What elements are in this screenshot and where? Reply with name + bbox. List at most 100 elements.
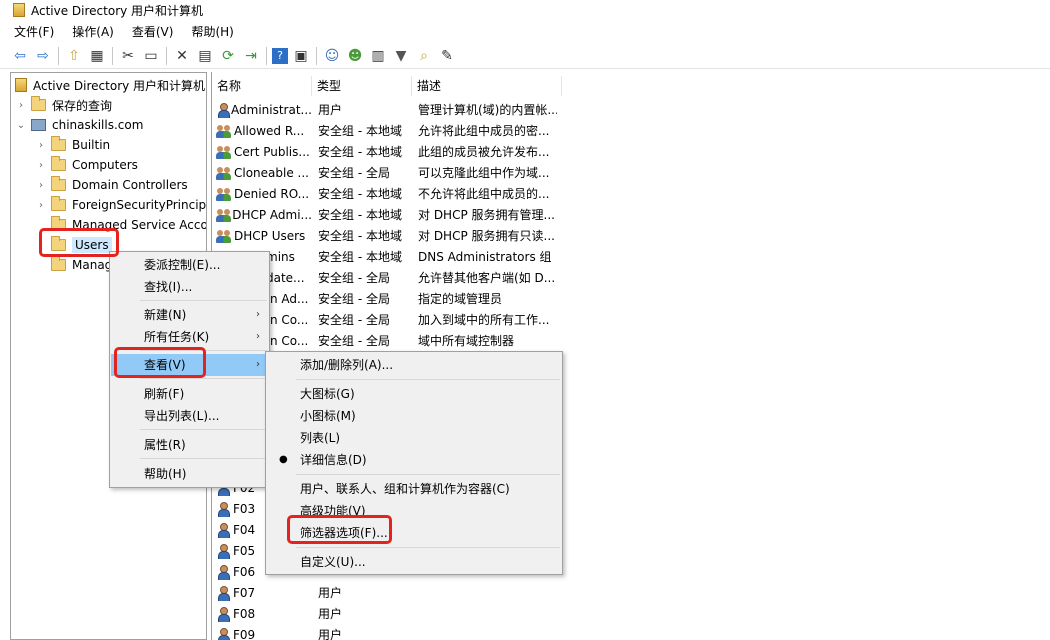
tree-item-foreign-security-principals[interactable]: › ForeignSecurityPrincipa: [35, 195, 206, 215]
menu-separator: [296, 474, 560, 475]
new-group-icon[interactable]: ☻: [345, 46, 365, 66]
menu-item-details[interactable]: ● 详细信息(D): [267, 449, 561, 471]
copy-icon[interactable]: ▭: [141, 46, 161, 66]
menu-separator: [140, 458, 267, 459]
menu-item-customize[interactable]: 自定义(U)...: [267, 551, 561, 573]
tree-item-label: 保存的查询: [52, 98, 113, 113]
menu-item-label: 详细信息(D): [300, 453, 367, 467]
row-type: 用户: [318, 628, 343, 640]
tree-root-label: Active Directory 用户和计算机: [33, 78, 206, 93]
tree-item-computers[interactable]: › Computers: [35, 155, 138, 175]
column-header-type[interactable]: 类型: [312, 76, 412, 96]
menu-item-view[interactable]: 查看(V) ›: [111, 354, 268, 376]
table-row[interactable]: Denied RO... 安全组 - 本地域 不允许将此组中成员的...: [212, 183, 557, 204]
menu-file[interactable]: 文件(F): [8, 23, 60, 40]
folder-icon: [51, 156, 66, 171]
forward-icon[interactable]: ⇨: [33, 46, 53, 66]
window-title: Active Directory 用户和计算机: [31, 3, 204, 18]
group-icon: [216, 123, 232, 139]
console-icon[interactable]: ▣: [291, 46, 311, 66]
menu-item-filter-options[interactable]: 筛选器选项(F)...: [267, 522, 561, 544]
delete-icon[interactable]: ✕: [172, 46, 192, 66]
table-row[interactable]: F09 用户: [212, 624, 412, 640]
tree-item-label: Users: [72, 237, 112, 253]
expand-arrow-icon[interactable]: ›: [35, 200, 47, 211]
menu-separator: [296, 379, 560, 380]
up-icon[interactable]: ⇧: [64, 46, 84, 66]
collapse-arrow-icon[interactable]: ⌄: [15, 120, 27, 131]
menu-item-list[interactable]: 列表(L): [267, 427, 561, 449]
new-ou-icon[interactable]: ▥: [368, 46, 388, 66]
menu-item-large-icons[interactable]: 大图标(G): [267, 383, 561, 405]
table-row[interactable]: DHCP Admi... 安全组 - 本地域 对 DHCP 服务拥有管理...: [212, 204, 557, 225]
expand-arrow-icon[interactable]: ›: [15, 100, 27, 111]
menu-view[interactable]: 查看(V): [126, 23, 180, 40]
menu-item-new[interactable]: 新建(N) ›: [111, 304, 268, 326]
menu-item-all-tasks[interactable]: 所有任务(K) ›: [111, 326, 268, 348]
tree-item-users[interactable]: Users: [35, 235, 112, 255]
menu-item-small-icons[interactable]: 小图标(M): [267, 405, 561, 427]
cut-icon[interactable]: ✂: [118, 46, 138, 66]
toolbar-separator: [266, 46, 267, 65]
table-row[interactable]: Cert Publis... 安全组 - 本地域 此组的成员被允许发布...: [212, 141, 557, 162]
table-row[interactable]: F08 用户: [212, 603, 412, 624]
row-name: mins: [266, 249, 295, 264]
menu-item-delegate-control[interactable]: 委派控制(E)...: [111, 254, 268, 276]
table-row[interactable]: Allowed R... 安全组 - 本地域 允许将此组中成员的密...: [212, 120, 557, 141]
delegate-icon[interactable]: ✎: [437, 46, 457, 66]
row-description: 加入到域中的所有工作...: [418, 313, 550, 327]
column-header-name[interactable]: 名称: [212, 76, 312, 96]
expand-arrow-icon[interactable]: ›: [35, 160, 47, 171]
properties-icon[interactable]: ▤: [195, 46, 215, 66]
tree-root[interactable]: Active Directory 用户和计算机: [15, 75, 205, 95]
refresh-icon[interactable]: ⟳: [218, 46, 238, 66]
show-tree-icon[interactable]: ▦: [87, 46, 107, 66]
context-menu: 委派控制(E)... 查找(I)... 新建(N) › 所有任务(K) › 查看(V…: [109, 251, 270, 488]
row-name: date...: [266, 270, 305, 285]
tree-item-saved-queries[interactable]: › 保存的查询: [15, 95, 112, 115]
menu-item-export-list[interactable]: 导出列表(L)...: [111, 405, 268, 427]
table-row[interactable]: DHCP Users 安全组 - 本地域 对 DHCP 服务拥有只读...: [212, 225, 557, 246]
row-type: 用户: [318, 103, 343, 117]
tree-item-domain[interactable]: ⌄ chinaskills.com: [15, 115, 144, 135]
column-header-description[interactable]: 描述: [412, 76, 562, 96]
row-name: n Co...: [270, 312, 309, 327]
help-icon[interactable]: ?: [272, 47, 288, 64]
menu-help[interactable]: 帮助(H): [185, 23, 239, 40]
row-description: 此组的成员被允许发布...: [418, 145, 550, 159]
user-icon: [216, 564, 230, 580]
menu-action[interactable]: 操作(A): [66, 23, 120, 40]
toolbar-separator: [112, 46, 113, 65]
row-description: 指定的域管理员: [418, 292, 503, 306]
expand-arrow-icon[interactable]: ›: [35, 180, 47, 191]
menu-item-find[interactable]: 查找(I)...: [111, 276, 268, 298]
tree-item-domain-controllers[interactable]: › Domain Controllers: [35, 175, 188, 195]
tree-item-managed[interactable]: Manag: [35, 255, 112, 275]
menu-item-advanced-features[interactable]: 高级功能(V): [267, 500, 561, 522]
find-icon[interactable]: ⌕: [414, 46, 434, 66]
tree-item-managed-service-accounts[interactable]: Managed Service Acco: [35, 215, 207, 235]
row-name: Allowed R...: [234, 123, 305, 138]
menu-item-refresh[interactable]: 刷新(F): [111, 383, 268, 405]
row-description: 不允许将此组中成员的...: [418, 187, 550, 201]
menu-item-help[interactable]: 帮助(H): [111, 463, 268, 485]
row-description: 允许将此组中成员的密...: [418, 124, 550, 138]
table-row[interactable]: F07 用户: [212, 582, 412, 603]
tree-item-label: Managed Service Acco: [72, 218, 207, 232]
table-row[interactable]: Cloneable ... 安全组 - 全局 可以克隆此组中作为域...: [212, 162, 557, 183]
menu-item-add-remove-columns[interactable]: 添加/删除列(A)...: [267, 354, 561, 376]
row-type: 安全组 - 本地域: [318, 145, 402, 159]
back-icon[interactable]: ⇦: [10, 46, 30, 66]
row-type: 用户: [318, 607, 343, 621]
submenu-arrow-icon: ›: [256, 359, 260, 370]
expand-arrow-icon[interactable]: ›: [35, 140, 47, 151]
tree-item-builtin[interactable]: › Builtin: [35, 135, 110, 155]
row-name: F05: [233, 543, 256, 558]
filter-icon[interactable]: ▼: [391, 46, 411, 66]
menu-item-users-as-containers[interactable]: 用户、联系人、组和计算机作为容器(C): [267, 478, 561, 500]
new-user-icon[interactable]: ☺: [322, 46, 342, 66]
menu-item-properties[interactable]: 属性(R): [111, 434, 268, 456]
table-row[interactable]: Administrat... 用户 管理计算机(域)的内置帐...: [212, 99, 557, 120]
export-icon[interactable]: ⇥: [241, 46, 261, 66]
group-icon: [216, 228, 232, 244]
